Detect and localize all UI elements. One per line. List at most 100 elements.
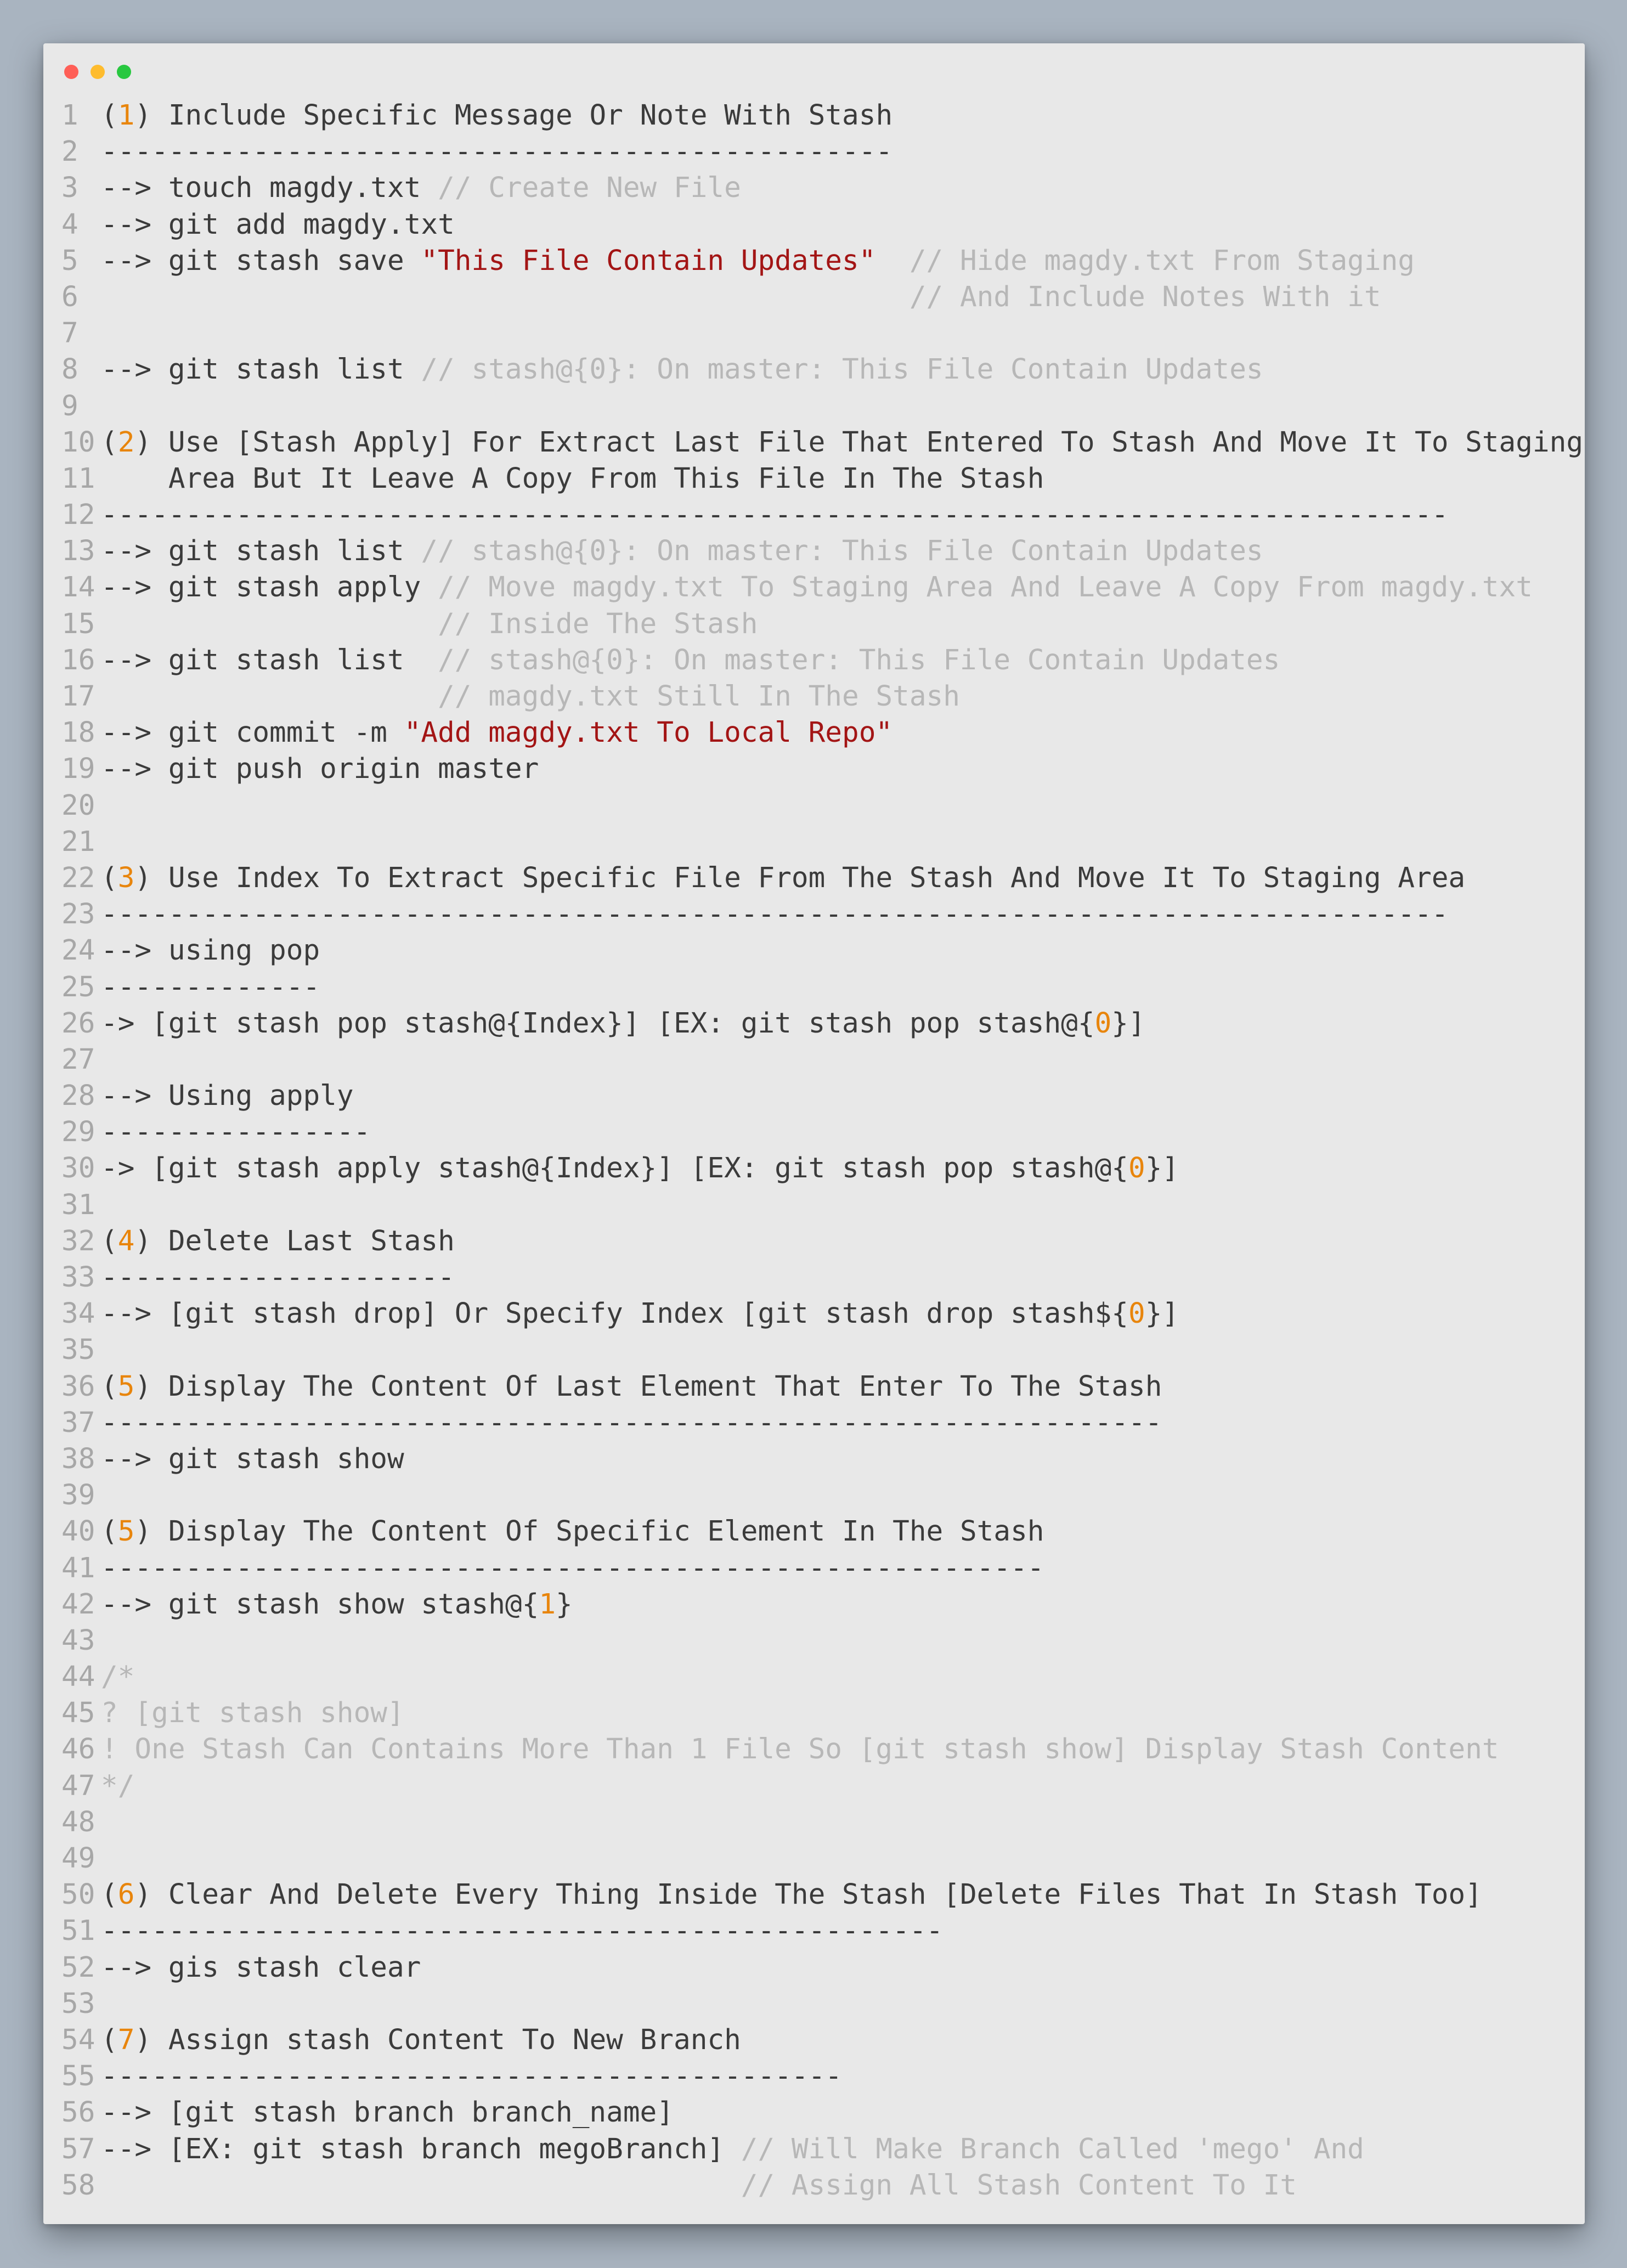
- line-number: 54: [61, 2023, 95, 2056]
- code-token: ) Delete Last Stash: [134, 1225, 455, 1257]
- code-line: 33 ---------------------: [61, 1260, 1583, 1296]
- code-line: 23 --------------------------------------…: [61, 896, 1583, 933]
- zoom-dot[interactable]: [117, 65, 131, 79]
- line-number: 58: [61, 2169, 95, 2202]
- code-line: 4 --> git add magdy.txt: [61, 207, 1583, 243]
- code-comment: // And Include Notes With it: [909, 280, 1381, 313]
- code-text: (7) Assign stash Content To New Branch: [101, 2022, 741, 2058]
- code-text: -------------: [101, 969, 320, 1006]
- code-token: (: [101, 1225, 118, 1257]
- code-comment: // stash@{0}: On master: This File Conta…: [421, 353, 1263, 386]
- code-text: --> git stash show stash@{1}: [101, 1587, 573, 1623]
- code-text: ----------------------------------------…: [101, 2058, 842, 2095]
- code-text: --> git stash show: [101, 1441, 404, 1477]
- code-line: 15 // Inside The Stash: [61, 606, 1583, 642]
- code-line: 19 --> git push origin master: [61, 751, 1583, 787]
- code-line: 36 (5) Display The Content Of Last Elemen…: [61, 1369, 1583, 1405]
- code-text: (5) Display The Content Of Last Element …: [101, 1369, 1162, 1405]
- code-text: // Assign All Stash Content To It: [101, 2168, 1297, 2204]
- code-token: (: [101, 2023, 118, 2056]
- code-line: 50 (6) Clear And Delete Every Thing Insid…: [61, 1877, 1583, 1913]
- code-number: 2: [117, 426, 135, 459]
- code-line: 34 --> [git stash drop] Or Specify Index …: [61, 1296, 1583, 1332]
- code-line: 39: [61, 1477, 1583, 1514]
- code-token: --> git stash save: [101, 244, 421, 277]
- code-token: }]: [1145, 1297, 1179, 1330]
- code-text: --> gis stash clear: [101, 1950, 421, 1986]
- line-number: 10: [61, 426, 95, 459]
- line-number: 44: [61, 1661, 95, 1694]
- line-number: 17: [61, 680, 95, 713]
- code-number: 3: [117, 861, 135, 894]
- code-comment: // magdy.txt Still In The Stash: [438, 680, 960, 713]
- line-number: 57: [61, 2132, 95, 2165]
- line-number: 3: [61, 172, 78, 205]
- code-editor[interactable]: 1 (1) Include Specific Message Or Note Wi…: [61, 98, 1583, 2204]
- code-token: -------------: [101, 971, 320, 1003]
- line-number: 19: [61, 753, 95, 786]
- code-text: --> [EX: git stash branch megoBranch] //…: [101, 2131, 1364, 2168]
- code-text: // magdy.txt Still In The Stash: [101, 679, 960, 715]
- code-text: --> [git stash drop] Or Specify Index [g…: [101, 1296, 1179, 1332]
- line-number: 13: [61, 535, 95, 568]
- code-text: /*: [101, 1659, 134, 1695]
- code-line: 9: [61, 388, 1583, 425]
- code-comment: // stash@{0}: On master: This File Conta…: [438, 644, 1280, 676]
- code-text: // And Include Notes With it: [101, 279, 1381, 315]
- code-line: 52 --> gis stash clear: [61, 1950, 1583, 1986]
- code-line: 35: [61, 1332, 1583, 1368]
- line-number: 18: [61, 716, 95, 749]
- code-text: (5) Display The Content Of Specific Elem…: [101, 1514, 1044, 1550]
- code-text: --> git stash save "This File Contain Up…: [101, 243, 1415, 279]
- code-token: ) Display The Content Of Specific Elemen…: [134, 1515, 1044, 1548]
- code-token: }]: [1145, 1152, 1179, 1185]
- code-line: 41 --------------------------------------…: [61, 1550, 1583, 1587]
- minimize-dot[interactable]: [91, 65, 105, 79]
- code-line: 51 --------------------------------------…: [61, 1913, 1583, 1949]
- code-line: 43: [61, 1623, 1583, 1659]
- code-line: 12 --------------------------------------…: [61, 497, 1583, 533]
- code-text: --> git push origin master: [101, 751, 539, 787]
- code-number: 0: [1128, 1152, 1145, 1185]
- code-token: ) Clear And Delete Every Thing Inside Th…: [134, 1878, 1482, 1911]
- code-token: ) Use Index To Extract Specific File Fro…: [134, 861, 1466, 894]
- code-token: (: [101, 426, 118, 459]
- line-number: 20: [61, 789, 95, 822]
- code-number: 7: [117, 2023, 135, 2056]
- code-text: (4) Delete Last Stash: [101, 1223, 455, 1260]
- code-line: 29 ----------------: [61, 1114, 1583, 1150]
- code-token: ) Assign stash Content To New Branch: [134, 2023, 741, 2056]
- code-text: ? [git stash show]: [101, 1695, 404, 1731]
- line-number: 9: [61, 390, 78, 422]
- code-token: (: [101, 1370, 118, 1403]
- code-token: ----------------------------------------…: [101, 1406, 1162, 1439]
- code-line: 53: [61, 1986, 1583, 2022]
- code-line: 47 */: [61, 1768, 1583, 1804]
- line-number: 53: [61, 1987, 95, 2020]
- code-token: (: [101, 861, 118, 894]
- code-line: 21: [61, 824, 1583, 860]
- line-number: 45: [61, 1697, 95, 1730]
- line-number: 41: [61, 1552, 95, 1584]
- line-number: 43: [61, 1624, 95, 1657]
- code-text: --> git stash list // stash@{0}: On mast…: [101, 642, 1280, 679]
- code-line: 6 // And Include Notes With it: [61, 279, 1583, 315]
- code-token: ----------------------------------------…: [101, 1915, 944, 1948]
- code-line: 31: [61, 1187, 1583, 1223]
- close-dot[interactable]: [64, 65, 78, 79]
- line-number: 1: [61, 99, 78, 132]
- code-comment: // Assign All Stash Content To It: [741, 2169, 1297, 2202]
- code-line: 13 --> git stash list // stash@{0}: On ma…: [61, 533, 1583, 569]
- line-number: 31: [61, 1188, 95, 1221]
- code-number: 5: [117, 1370, 135, 1403]
- code-line: 18 --> git commit -m "Add magdy.txt To Lo…: [61, 715, 1583, 751]
- code-comment: /*: [101, 1661, 135, 1694]
- code-line: 27: [61, 1042, 1583, 1078]
- code-line: 1 (1) Include Specific Message Or Note Wi…: [61, 98, 1583, 134]
- code-line: 40 (5) Display The Content Of Specific El…: [61, 1514, 1583, 1550]
- line-number: 35: [61, 1334, 95, 1367]
- line-number: 5: [61, 244, 78, 277]
- code-text: -> [git stash apply stash@{Index}] [EX: …: [101, 1150, 1179, 1187]
- line-number: 11: [61, 462, 95, 495]
